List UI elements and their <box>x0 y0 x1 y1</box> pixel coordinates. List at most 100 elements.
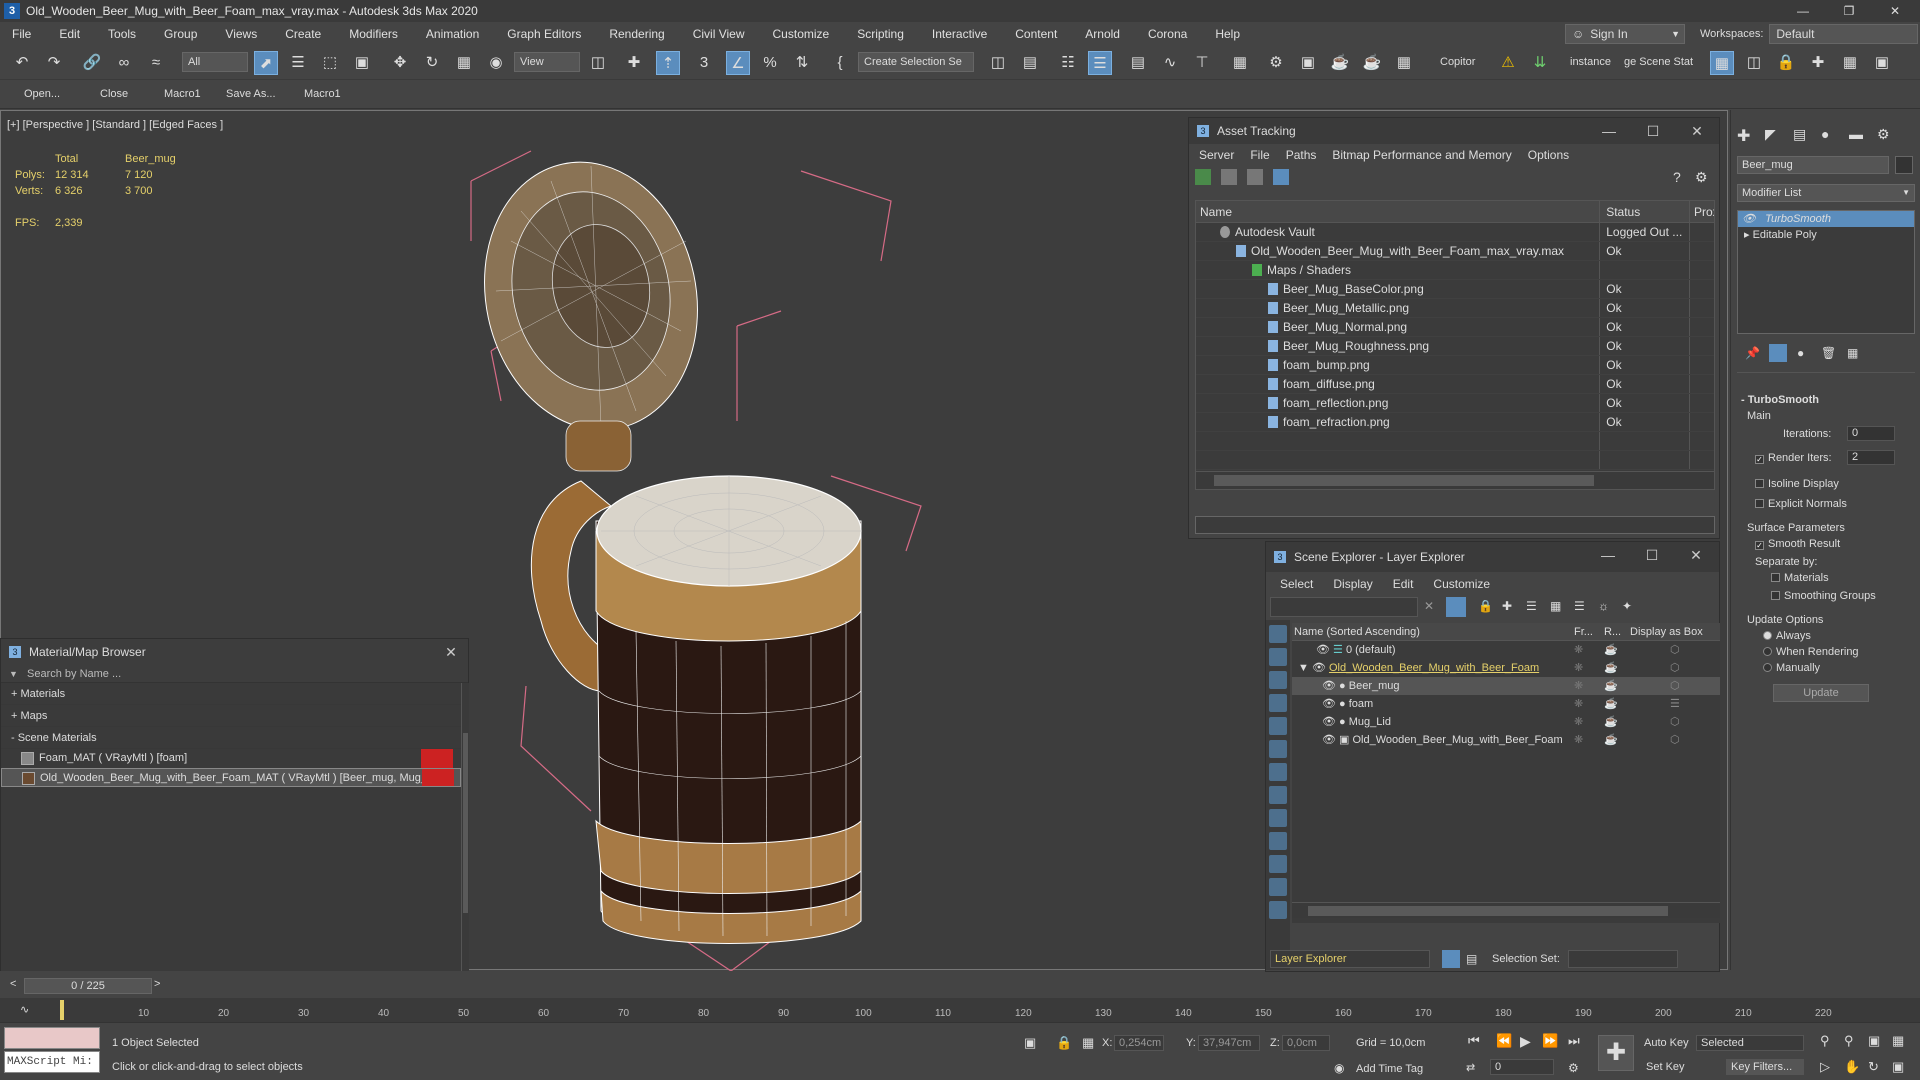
checkbox[interactable] <box>1771 573 1780 582</box>
col-frozen[interactable]: Fr... <box>1574 623 1604 640</box>
teapot-icon[interactable]: ☕ <box>1604 659 1630 677</box>
rotate-icon[interactable]: ↻ <box>420 51 444 75</box>
y-coordinate-field[interactable]: 37,947cm <box>1198 1035 1260 1051</box>
time-slider-thumb[interactable]: 0 / 225 <box>24 978 152 994</box>
key-mode-dropdown[interactable]: Selected <box>1696 1035 1804 1051</box>
time-tag-icon[interactable]: ◉ <box>1334 1061 1344 1075</box>
checkbox[interactable] <box>1755 479 1764 488</box>
scene-explorer-icon[interactable]: ☷ <box>1056 51 1080 75</box>
next-frame-icon[interactable]: ⏩ <box>1542 1033 1558 1049</box>
menu-views[interactable]: Views <box>211 27 271 41</box>
isolate-selection-icon[interactable]: ▣ <box>1024 1035 1036 1051</box>
manually-radio[interactable]: Manually <box>1763 662 1820 674</box>
schematic-view-icon[interactable]: ⊤ <box>1190 51 1214 75</box>
layer-row[interactable]: ▼ 👁 Old_Wooden_Beer_Mug_with_Beer_Foam ❋ ☕… <box>1292 659 1720 677</box>
freeze-icon[interactable]: ❋ <box>1574 713 1604 731</box>
material-item[interactable]: Foam_MAT ( VRayMtl ) [foam] <box>1 749 461 768</box>
snaps-toggle-icon[interactable]: 3 <box>692 51 716 75</box>
absolute-mode-icon[interactable]: ▦ <box>1082 1035 1094 1051</box>
material-editor-icon[interactable]: ▦ <box>1228 51 1252 75</box>
asset-menu-options[interactable]: Options <box>1528 148 1569 162</box>
copitor-button[interactable]: Copitor <box>1440 56 1475 68</box>
maximize-icon[interactable]: ☐ <box>1633 118 1673 144</box>
material-search-input[interactable]: ▼ Search by Name ... <box>1 665 468 683</box>
add-layer-icon[interactable]: ✚ <box>1502 599 1512 613</box>
maximize-icon[interactable]: ☐ <box>1632 542 1672 568</box>
curve-editor-mini-icon[interactable]: ∿ <box>20 1003 29 1016</box>
percent-snap-icon[interactable]: % <box>758 51 782 75</box>
placement-icon[interactable]: ◉ <box>484 51 508 75</box>
asset-menu-bitmap[interactable]: Bitmap Performance and Memory <box>1332 148 1511 162</box>
play-icon[interactable]: ▶ <box>1520 1033 1531 1050</box>
set-key-plus-icon[interactable]: ✚ <box>1598 1035 1634 1071</box>
render-iters-checkbox[interactable]: ✓ Render Iters: <box>1755 452 1832 464</box>
col-name-sorted[interactable]: Name (Sorted Ascending) <box>1292 623 1574 640</box>
named-selection-dropdown[interactable]: Create Selection Se <box>858 52 974 72</box>
menu-corona[interactable]: Corona <box>1134 27 1201 41</box>
key-filters-button[interactable]: Key Filters... <box>1726 1059 1804 1075</box>
table-row[interactable]: foam_reflection.png Ok <box>1196 394 1714 413</box>
previous-frame-icon[interactable]: ⏪ <box>1496 1033 1512 1049</box>
layer-row[interactable]: 👁 ● foam ❋ ☕ ☰ <box>1292 695 1720 713</box>
stack-item-editable-poly[interactable]: ▸ Editable Poly <box>1738 227 1914 243</box>
freeze-icon[interactable]: ❋ <box>1574 677 1604 695</box>
time-next-icon[interactable]: > <box>154 978 160 990</box>
when-rendering-radio[interactable]: When Rendering <box>1763 646 1859 658</box>
menu-edit[interactable]: Edit <box>45 27 94 41</box>
menu-customize[interactable]: Customize <box>759 27 844 41</box>
filter-icon[interactable] <box>1446 597 1466 617</box>
minimize-icon[interactable]: — <box>1589 118 1629 144</box>
display-lights-icon[interactable] <box>1269 671 1287 689</box>
explorer-type-dropdown[interactable]: Layer Explorer <box>1270 950 1430 968</box>
menu-interactive[interactable]: Interactive <box>918 27 1001 41</box>
box-icon[interactable]: ⬡ <box>1630 731 1720 749</box>
settings-icon[interactable]: ⚙ <box>1695 169 1708 186</box>
layer-row[interactable]: 👁 ▣ Old_Wooden_Beer_Mug_with_Beer_Foam ❋ ☕… <box>1292 731 1720 749</box>
lock-icon[interactable]: 🔒 <box>1774 51 1798 75</box>
col-display-as-box[interactable]: Display as Box <box>1630 623 1720 640</box>
grid-icon[interactable]: ▦ <box>1710 51 1734 75</box>
pin-stack-icon[interactable]: 📌 <box>1745 346 1760 360</box>
update-button[interactable]: Update <box>1773 684 1869 702</box>
window-crossing-icon[interactable]: ▣ <box>350 51 374 75</box>
explicit-normals-checkbox[interactable]: Explicit Normals <box>1755 498 1847 510</box>
select-manipulate-icon[interactable]: ✚ <box>622 51 646 75</box>
maximize-viewport-icon[interactable]: ▣ <box>1892 1059 1904 1075</box>
modify-tab-icon[interactable]: ◤ <box>1765 126 1776 143</box>
horizontal-scrollbar[interactable] <box>1292 902 1720 918</box>
menu-modifiers[interactable]: Modifiers <box>335 27 412 41</box>
maxscript-mini-input[interactable]: MAXScript Mi: <box>4 1051 100 1073</box>
table-row[interactable]: foam_refraction.png Ok <box>1196 413 1714 432</box>
material-item[interactable]: Old_Wooden_Beer_Mug_with_Beer_Foam_MAT (… <box>1 768 461 787</box>
create-tab-icon[interactable]: ✚ <box>1737 126 1750 146</box>
menu-scripting[interactable]: Scripting <box>843 27 918 41</box>
table-row[interactable]: Beer_Mug_Metallic.png Ok <box>1196 299 1714 318</box>
close-icon[interactable]: ✕ <box>431 639 471 665</box>
box-icon[interactable]: ⬡ <box>1630 641 1720 659</box>
display-bones-icon[interactable] <box>1269 809 1287 827</box>
show-end-result-icon[interactable] <box>1769 344 1787 362</box>
freeze-icon[interactable]: ❋ <box>1574 641 1604 659</box>
pan-icon[interactable]: ✋ <box>1844 1059 1860 1075</box>
table-row[interactable]: Beer_Mug_Roughness.png Ok <box>1196 337 1714 356</box>
minimize-icon[interactable]: — <box>1588 542 1628 568</box>
scene-menu-customize[interactable]: Customize <box>1433 572 1490 596</box>
scene-menu-display[interactable]: Display <box>1333 572 1372 596</box>
close-icon[interactable]: ✕ <box>1677 118 1717 144</box>
menu-animation[interactable]: Animation <box>412 27 493 41</box>
list-icon[interactable] <box>1221 169 1237 185</box>
eye-icon[interactable]: 👁 <box>1742 213 1756 225</box>
close-icon[interactable]: ✕ <box>1872 0 1918 22</box>
render-iterative-icon[interactable]: ☕ <box>1360 51 1384 75</box>
checkbox[interactable] <box>1755 499 1764 508</box>
scene-menu-edit[interactable]: Edit <box>1393 572 1414 596</box>
spinner-snap-icon[interactable]: ⇅ <box>790 51 814 75</box>
time-slider[interactable]: < 0 / 225 > <box>0 974 1920 998</box>
minimize-icon[interactable]: — <box>1780 0 1826 22</box>
asset-menu-server[interactable]: Server <box>1199 148 1234 162</box>
horizontal-scrollbar[interactable] <box>1196 471 1714 489</box>
motion-tab-icon[interactable]: ● <box>1821 126 1829 142</box>
display-containers-icon[interactable] <box>1269 832 1287 850</box>
collapse-arrow-icon[interactable]: ▼ <box>1298 662 1309 674</box>
radio-selected[interactable] <box>1763 631 1772 640</box>
